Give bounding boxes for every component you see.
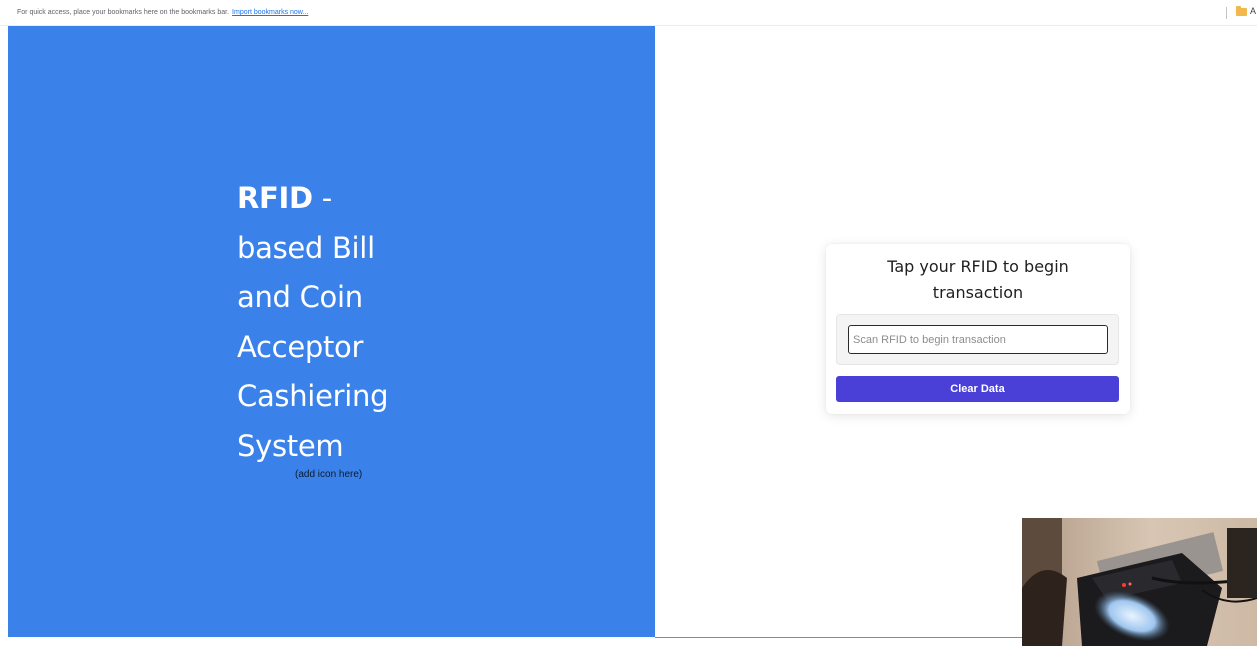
hero-panel: RFID - based Bill and Coin Acceptor Cash… [8,26,655,637]
import-bookmarks-link[interactable]: Import bookmarks now... [232,9,308,16]
hero-title-line-5: Cashiering [237,379,389,413]
icon-placeholder-text: (add icon here) [295,469,363,480]
hero-title-line-2: based Bill [237,230,375,265]
hero-title-line-6: System [237,428,344,463]
bookmarks-bar: For quick access, place your bookmarks h… [0,0,1257,26]
transaction-card: Tap your RFID to begin transaction Clear… [826,244,1130,414]
folder-icon[interactable] [1236,6,1247,16]
card-heading-line-2: transaction [932,283,1024,302]
card-heading: Tap your RFID to begin transaction [826,254,1130,306]
hero-title: RFID - based Bill and Coin Acceptor Cash… [237,174,477,471]
hero-title-line-1: RFID - [237,174,477,224]
hero-title-rfid: RFID [237,181,313,215]
hero-title-dash: - [312,181,332,215]
hero-title-line-3: and Coin [237,280,363,314]
bookmarks-separator [1226,7,1227,19]
clear-data-button[interactable]: Clear Data [836,376,1119,402]
webcam-scene [1022,518,1257,646]
bookmarks-bar-message: For quick access, place your bookmarks h… [17,9,308,16]
bookmarks-message-text: For quick access, place your bookmarks h… [17,9,230,16]
rfid-scan-input[interactable] [848,325,1108,354]
card-heading-line-1: Tap your RFID to begin [887,257,1069,276]
hero-title-line-4: Acceptor [237,329,364,364]
webcam-feed [1022,518,1257,646]
rfid-input-container [836,314,1119,365]
other-bookmarks-label[interactable]: A [1250,6,1256,16]
